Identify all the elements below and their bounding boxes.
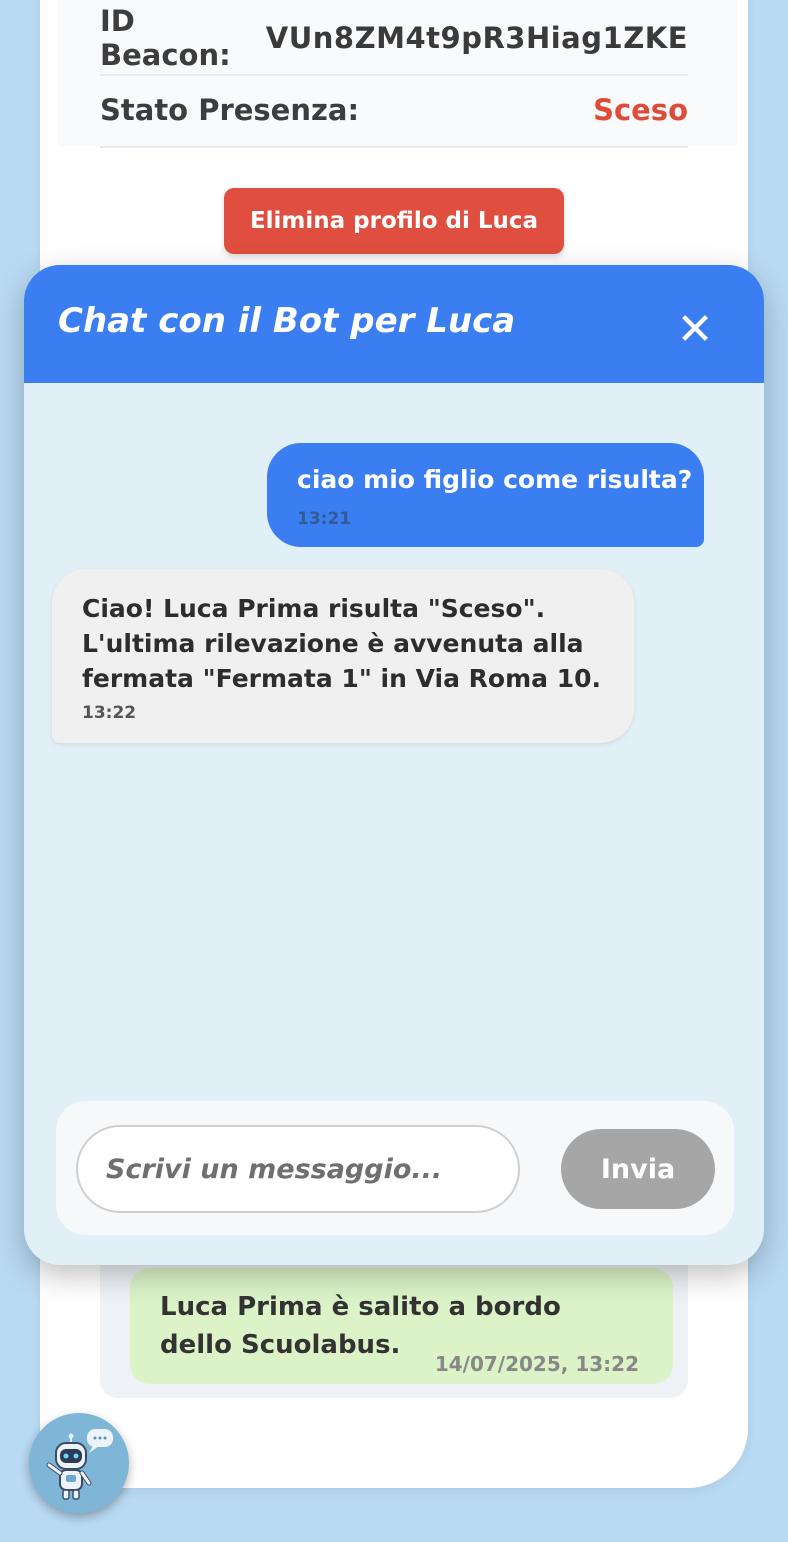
close-icon[interactable]: ✕	[670, 305, 720, 355]
message-time: 13:21	[297, 509, 352, 529]
beacon-value: VUn8ZM4t9pR3Hiag1ZKE	[265, 21, 688, 55]
status-label: Stato Presenza:	[100, 93, 360, 127]
status-row: Stato Presenza: Sceso	[100, 74, 688, 148]
message-text: ciao mio figlio come risulta?	[297, 465, 693, 494]
chat-title: Chat con il Bot per Luca	[58, 301, 516, 341]
send-button[interactable]: Invia	[561, 1129, 715, 1209]
chat-header: Chat con il Bot per Luca ✕	[24, 265, 764, 383]
beacon-row: ID Beacon: VUn8ZM4t9pR3Hiag1ZKE	[100, 2, 688, 76]
notification-timestamp: 14/07/2025, 13:22	[434, 1352, 639, 1376]
message-input[interactable]	[76, 1125, 520, 1213]
beacon-label: ID Beacon:	[100, 4, 231, 72]
message-text: Ciao! Luca Prima risulta "Sceso". L'ulti…	[82, 594, 602, 693]
user-message: ciao mio figlio come risulta? 13:21	[267, 443, 704, 547]
chat-modal: Chat con il Bot per Luca ✕ ciao mio figl…	[24, 265, 764, 1265]
status-value: Sceso	[593, 93, 688, 127]
bot-assistant-button[interactable]	[29, 1413, 129, 1513]
delete-profile-button[interactable]: Elimina profilo di Luca	[224, 188, 564, 254]
message-time: 13:22	[82, 703, 137, 723]
chat-input-bar: Invia	[56, 1101, 734, 1235]
robot-assistant-icon	[46, 1429, 113, 1500]
bot-message: Ciao! Luca Prima risulta "Sceso". L'ulti…	[52, 569, 634, 743]
notification-item: Luca Prima è salito a bordo dello Scuola…	[130, 1268, 673, 1384]
